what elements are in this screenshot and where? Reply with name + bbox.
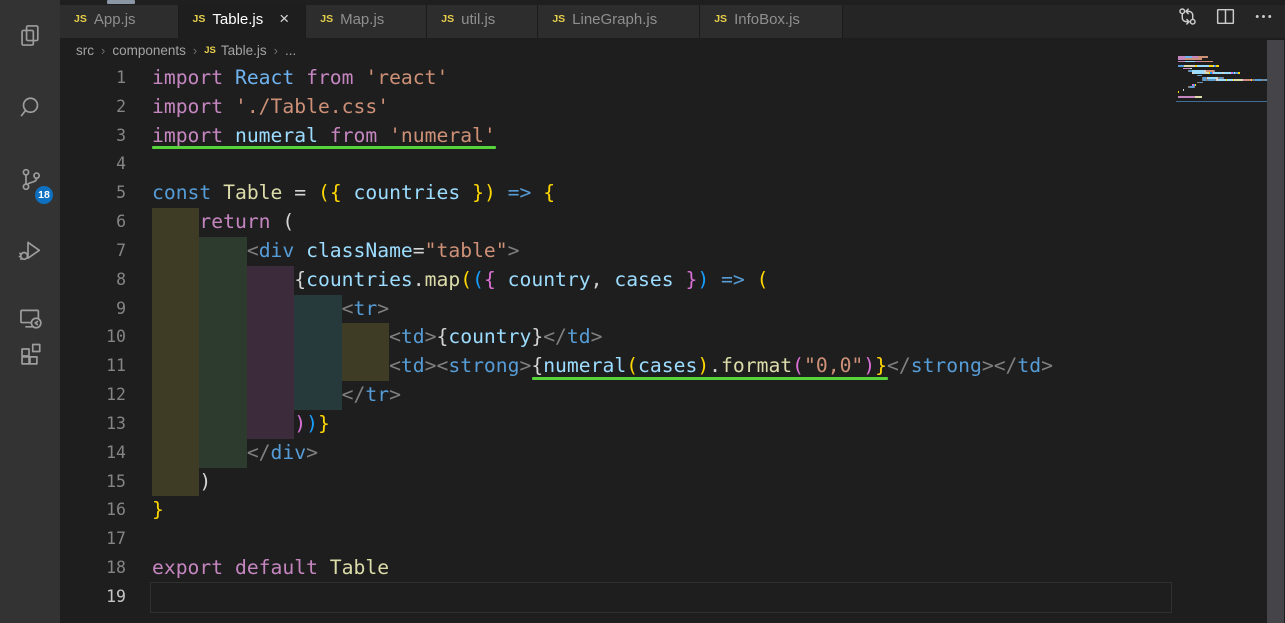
- extensions-icon: [17, 338, 44, 370]
- js-file-icon: JS: [192, 13, 206, 25]
- tab-table-js[interactable]: JS Table.js ×: [178, 0, 307, 38]
- minimap[interactable]: [1157, 56, 1269, 101]
- line-number: 13: [106, 413, 126, 433]
- split-editor-button[interactable]: [1211, 5, 1239, 33]
- line-number: 8: [116, 269, 126, 289]
- js-file-icon: JS: [204, 44, 216, 56]
- activity-bar: 18: [0, 0, 60, 623]
- tab-close-placeholder: [146, 8, 168, 30]
- tab-close-placeholder: [810, 8, 832, 30]
- js-file-icon: JS: [74, 13, 87, 25]
- code-editor[interactable]: 1 import React from 'react' 2 import './Tab…: [60, 62, 1285, 623]
- tab-app-js[interactable]: JS App.js: [60, 0, 179, 38]
- js-file-icon: JS: [552, 13, 566, 25]
- line-number: 19: [106, 586, 126, 606]
- line-number: 2: [116, 96, 126, 116]
- tab-label: InfoBox.js: [734, 10, 800, 28]
- window-edge-artifact: [107, 0, 135, 4]
- editor-actions: [1173, 0, 1277, 38]
- breadcrumb-label: src: [76, 42, 94, 58]
- activity-item-extensions[interactable]: [0, 330, 60, 378]
- code-line-1: import React from 'react': [152, 66, 449, 89]
- code-line-8: {countries.map(({ country, cases }) => (: [294, 267, 769, 291]
- code-line-5: const Table = ({ countries }) => {: [152, 181, 556, 205]
- line-number: 5: [116, 183, 126, 203]
- tab-close-placeholder: [394, 8, 416, 30]
- tab-label: App.js: [93, 10, 136, 28]
- debug-icon: [17, 237, 44, 269]
- breadcrumb: src › components › JS Table.js ›...: [60, 38, 1285, 62]
- breadcrumb-item-src[interactable]: src: [76, 43, 94, 58]
- line-number: 16: [106, 500, 126, 520]
- line-number: 18: [106, 558, 126, 578]
- code-line-16: }: [152, 498, 164, 522]
- code-line-6: return (: [199, 210, 295, 234]
- line-number: 1: [116, 68, 126, 87]
- editor-tab-bar: JS App.js JS Table.js × JS Map.js JS util.js JS Li…: [60, 0, 1285, 38]
- js-file-icon: JS: [441, 13, 455, 25]
- tab-util-js[interactable]: JS util.js: [427, 0, 539, 38]
- tab-label: Table.js: [212, 10, 264, 28]
- activity-item-source-control[interactable]: 18: [0, 158, 60, 206]
- js-file-icon: JS: [714, 13, 728, 25]
- current-line-highlight: [150, 581, 1172, 613]
- breadcrumb-item----[interactable]: ...: [285, 43, 296, 58]
- search-icon: [17, 94, 44, 126]
- breadcrumb-item-table-js[interactable]: JS Table.js: [204, 43, 266, 58]
- line-number: 17: [106, 529, 126, 549]
- breadcrumb-label: components: [112, 42, 186, 58]
- breadcrumb-label: ...: [284, 42, 297, 58]
- line-number: 12: [106, 385, 126, 405]
- line-number: 9: [116, 298, 126, 318]
- tab-label: Map.js: [340, 10, 385, 28]
- lint-underline: [152, 145, 497, 149]
- tab-map-js[interactable]: JS Map.js: [306, 0, 428, 38]
- code-line-15: ): [199, 469, 212, 493]
- breadcrumb-separator: ›: [101, 42, 106, 58]
- tab-close-placeholder: [667, 8, 689, 30]
- breadcrumb-item-components[interactable]: components: [112, 43, 186, 58]
- vscode-window: 18 JS App.js JS Table.js × JS Map.js JS util.js J…: [0, 0, 1285, 623]
- line-number: 7: [116, 240, 126, 260]
- breadcrumb-label: Table.js: [220, 42, 267, 58]
- source-control-badge: 18: [35, 186, 53, 204]
- activity-item-search[interactable]: [0, 86, 60, 134]
- tabstrip-top-band: [60, 0, 1285, 5]
- code-line-13: ))}: [294, 411, 330, 435]
- code-line-14: </div>: [246, 440, 318, 464]
- code-line-2: import './Table.css': [152, 94, 390, 118]
- line-number: 11: [106, 356, 126, 376]
- code-line-7: <div className="table">: [246, 238, 520, 262]
- ellipsis-icon: [1252, 5, 1275, 33]
- code-line-10: <td>{country}</td>: [389, 325, 603, 349]
- tab-close-placeholder: [505, 8, 527, 30]
- activity-item-run-debug[interactable]: [0, 229, 60, 277]
- code-line-9: <tr>: [341, 296, 390, 320]
- tab-infobox-js[interactable]: JS InfoBox.js: [700, 0, 843, 38]
- files-icon: [17, 22, 44, 54]
- code-line-12: </tr>: [341, 383, 401, 407]
- line-number: 10: [106, 327, 126, 347]
- breadcrumb-separator: ›: [192, 42, 198, 58]
- vertical-scrollbar[interactable]: [1267, 40, 1284, 623]
- tab-linegraph-js[interactable]: JS LineGraph.js: [538, 0, 701, 38]
- line-number: 3: [116, 125, 126, 145]
- tab-label: util.js: [461, 10, 496, 28]
- activity-item-explorer[interactable]: [0, 14, 60, 62]
- close-icon[interactable]: ×: [273, 8, 295, 30]
- line-number: 15: [106, 471, 126, 491]
- breadcrumb-separator: ›: [273, 42, 278, 58]
- compare-changes-icon: [1176, 5, 1199, 33]
- line-number: 4: [116, 154, 126, 174]
- lint-underline: [531, 376, 888, 380]
- tab-label: LineGraph.js: [572, 10, 658, 28]
- js-file-icon: JS: [320, 13, 334, 25]
- line-number: 14: [106, 442, 126, 462]
- line-number: 6: [116, 212, 126, 232]
- code-line-18: export default Table: [152, 556, 390, 580]
- open-changes-button[interactable]: [1173, 5, 1201, 33]
- split-editor-icon: [1214, 5, 1237, 33]
- more-actions-button[interactable]: [1249, 5, 1277, 33]
